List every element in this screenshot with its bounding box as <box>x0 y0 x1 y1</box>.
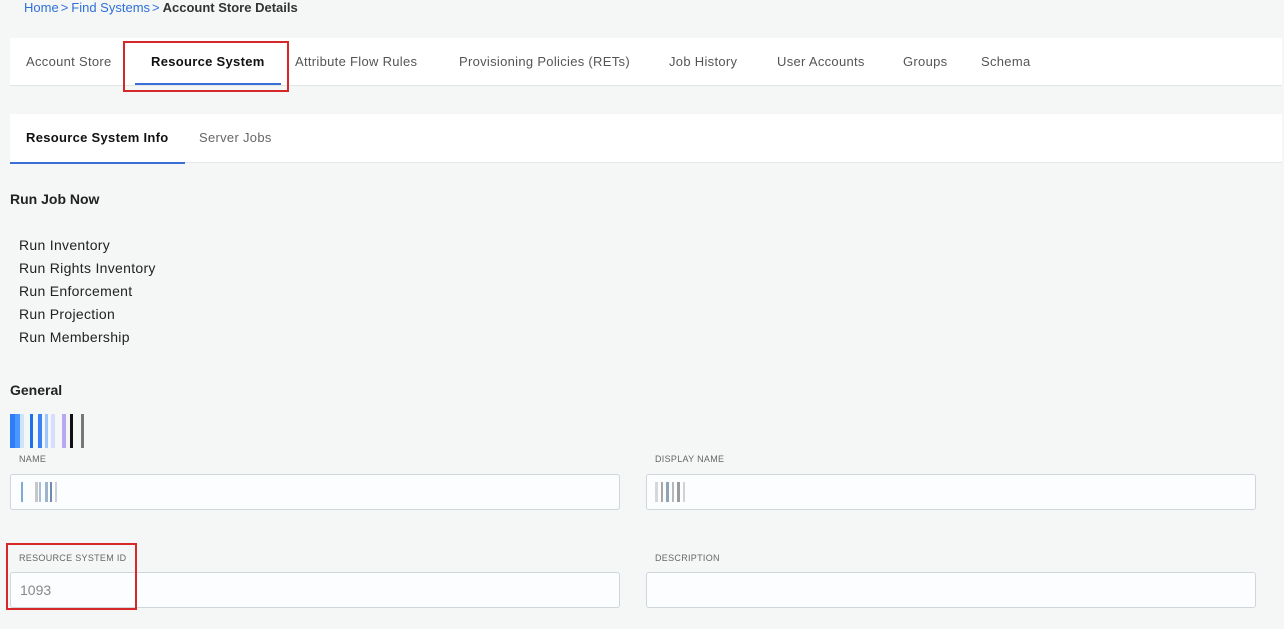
breadcrumb-current: Account Store Details <box>162 0 298 15</box>
name-label: NAME <box>19 454 47 464</box>
tab-job-history[interactable]: Job History <box>669 38 737 86</box>
display-name-field[interactable] <box>646 474 1256 510</box>
tab-resource-system[interactable]: Resource System <box>135 38 281 86</box>
breadcrumb-separator: > <box>60 0 69 15</box>
resource-system-id-value: 1093 <box>20 582 52 598</box>
general-title: General <box>10 382 63 398</box>
breadcrumb-home-link[interactable]: Home <box>24 0 59 15</box>
display-name-masked-value <box>655 482 695 502</box>
breadcrumb-find-systems-link[interactable]: Find Systems <box>71 0 150 15</box>
run-enforcement-link[interactable]: Run Enforcement <box>19 280 179 303</box>
run-rights-inventory-link[interactable]: Run Rights Inventory <box>19 257 179 280</box>
system-logo-icon <box>10 414 90 448</box>
resource-system-id-label: RESOURCE SYSTEM ID <box>19 553 127 563</box>
tab-schema[interactable]: Schema <box>981 38 1031 86</box>
run-job-now-title: Run Job Now <box>10 191 100 207</box>
breadcrumb-separator: > <box>152 0 160 15</box>
breadcrumb: Home > Find Systems > Account Store Details <box>24 0 298 16</box>
tab-account-store[interactable]: Account Store <box>26 38 112 86</box>
name-field[interactable] <box>10 474 620 510</box>
name-masked-value <box>21 482 61 502</box>
tab-attribute-flow-rules[interactable]: Attribute Flow Rules <box>295 38 417 86</box>
run-projection-link[interactable]: Run Projection <box>19 303 179 326</box>
tab-server-jobs[interactable]: Server Jobs <box>199 114 272 163</box>
run-job-list: Run Inventory Run Rights Inventory Run E… <box>19 234 179 349</box>
tab-groups[interactable]: Groups <box>903 38 947 86</box>
run-membership-link[interactable]: Run Membership <box>19 326 179 349</box>
tab-user-accounts[interactable]: User Accounts <box>777 38 865 86</box>
resource-system-id-field[interactable]: 1093 <box>10 572 620 608</box>
run-inventory-link[interactable]: Run Inventory <box>19 234 179 257</box>
main-tab-bar: Account Store Resource System Attribute … <box>10 38 1282 86</box>
description-field[interactable] <box>646 572 1256 608</box>
tab-resource-system-info[interactable]: Resource System Info <box>10 114 185 164</box>
display-name-label: DISPLAY NAME <box>655 454 725 464</box>
sub-tab-bar: Resource System Info Server Jobs <box>10 114 1282 164</box>
tab-provisioning-policies[interactable]: Provisioning Policies (RETs) <box>459 38 630 86</box>
description-label: DESCRIPTION <box>655 553 720 563</box>
